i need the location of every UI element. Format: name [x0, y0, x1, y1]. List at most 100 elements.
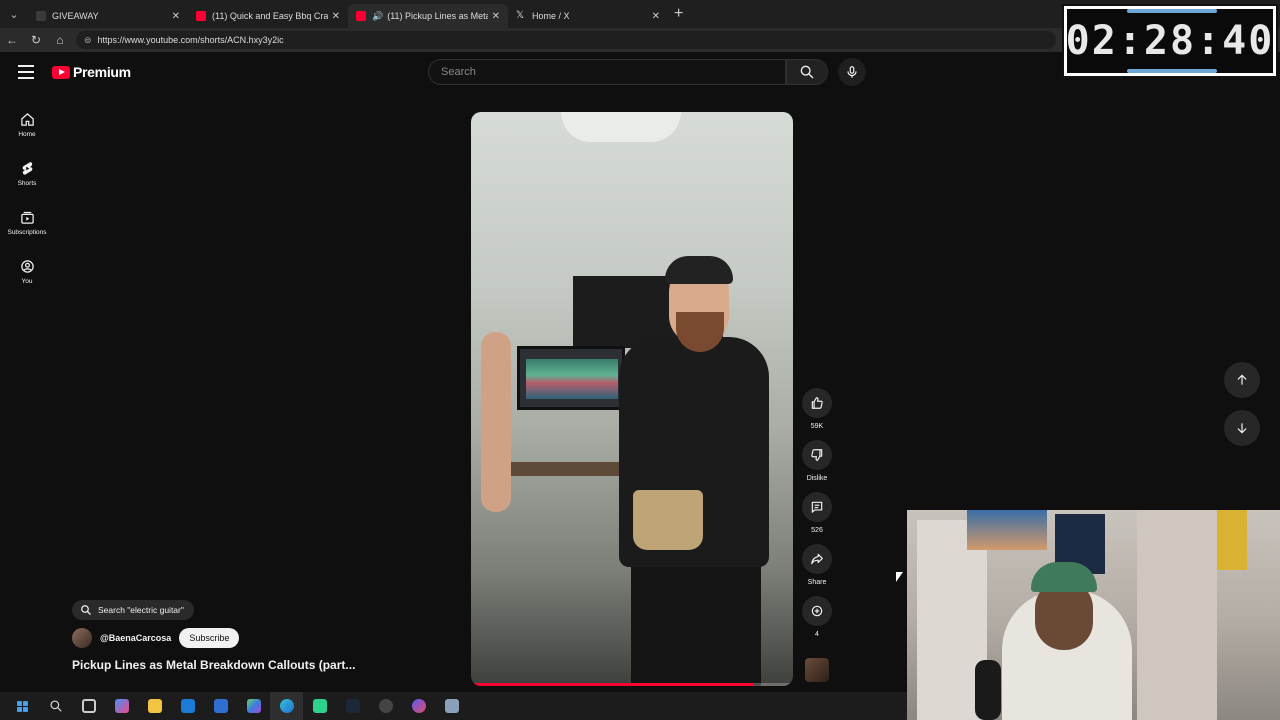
nav-item-you[interactable]: You: [0, 247, 54, 296]
nav-item-home[interactable]: Home: [0, 100, 54, 149]
windows-icon: [17, 700, 28, 712]
taskbar-app[interactable]: [171, 692, 204, 720]
channel-name[interactable]: @BaenaCarcosa: [100, 633, 171, 643]
dislike-button[interactable]: [802, 440, 832, 470]
taskbar-search-button[interactable]: [39, 692, 72, 720]
short-title[interactable]: Pickup Lines as Metal Breakdown Callouts…: [72, 658, 355, 672]
taskbar-app-edge[interactable]: [270, 692, 303, 720]
video-progress-fill: [471, 683, 755, 686]
comments-button[interactable]: [802, 492, 832, 522]
short-actions: 59K Dislike 526 Share 4: [801, 388, 833, 648]
sound-thumbnail[interactable]: [805, 658, 829, 682]
dislike-action: Dislike: [801, 440, 833, 492]
remix-button[interactable]: [802, 596, 832, 626]
like-count: 59K: [810, 423, 824, 430]
close-tab-icon[interactable]: ✕: [492, 11, 500, 22]
dislike-label: Dislike: [806, 475, 828, 482]
arrow-up-icon: [1237, 374, 1247, 385]
channel-avatar[interactable]: [72, 628, 92, 648]
browser-tab-pickup-lines[interactable]: 🔊 (11) Pickup Lines as Metal Bre ✕: [348, 4, 508, 28]
taskbar-app[interactable]: [402, 692, 435, 720]
arm: [481, 332, 511, 512]
new-tab-icon[interactable]: +: [674, 5, 683, 23]
share-action: Share: [801, 544, 833, 596]
nav-item-shorts[interactable]: Shorts: [0, 149, 54, 198]
taskbar-app[interactable]: [204, 692, 237, 720]
reload-icon[interactable]: ↻: [24, 33, 48, 47]
thumbs-down-icon: [811, 449, 823, 461]
steam-icon: [345, 699, 360, 713]
search-box[interactable]: [428, 59, 786, 85]
like-action: 59K: [801, 388, 833, 440]
remix-action: 4: [801, 596, 833, 648]
notepad-icon: [444, 699, 459, 713]
bag: [633, 490, 703, 550]
search-input[interactable]: [441, 66, 785, 78]
edge-icon: [279, 699, 294, 713]
taskbar-app[interactable]: [105, 692, 138, 720]
remix-icon: [811, 605, 823, 617]
taskbar-app[interactable]: [303, 692, 336, 720]
short-video-player[interactable]: [471, 112, 793, 686]
menu-icon[interactable]: [18, 65, 34, 79]
audio-playing-icon[interactable]: 🔊: [372, 11, 383, 22]
nav-item-subscriptions[interactable]: Subscriptions: [0, 198, 54, 247]
search-chip-label: Search "electric guitar": [98, 605, 184, 615]
search-icon: [800, 65, 814, 79]
timer-text: 02:28:40: [1065, 18, 1275, 64]
share-button[interactable]: [802, 544, 832, 574]
wall-poster: [967, 510, 1047, 550]
youtube-logo[interactable]: Premium: [52, 64, 131, 80]
taskbar-app[interactable]: [138, 692, 171, 720]
taskbar: [0, 692, 907, 720]
like-button[interactable]: [802, 388, 832, 418]
search-icon: [49, 700, 62, 712]
nav-label: Shorts: [17, 179, 37, 187]
tab-list-menu-icon[interactable]: ⌄: [0, 0, 28, 28]
url-field[interactable]: ⊜ https://www.youtube.com/shorts/ACN.hxy…: [76, 31, 1056, 49]
tab-title: (11) Quick and Easy Bbq Crabs on: [212, 11, 328, 21]
browser-tab-giveaway[interactable]: GIVEAWAY ✕: [28, 4, 188, 28]
browser-tab-x[interactable]: 𝕏 Home / X ✕: [508, 4, 668, 28]
taskbar-app[interactable]: [435, 692, 468, 720]
previous-short-button[interactable]: [1224, 362, 1260, 398]
webcam-overlay: [907, 510, 1280, 720]
arrow-down-icon: [1237, 423, 1247, 434]
close-tab-icon[interactable]: ✕: [332, 11, 340, 22]
close-tab-icon[interactable]: ✕: [652, 11, 660, 22]
search-button[interactable]: [786, 59, 828, 85]
task-view-icon: [81, 699, 96, 713]
task-view-button[interactable]: [72, 692, 105, 720]
close-tab-icon[interactable]: ✕: [172, 11, 180, 22]
related-search-chip[interactable]: Search "electric guitar": [72, 600, 194, 620]
taskbar-app[interactable]: [369, 692, 402, 720]
nav-label: Subscriptions: [7, 228, 47, 236]
obs-icon: [378, 699, 393, 713]
next-short-button[interactable]: [1224, 410, 1260, 446]
youtube-play-icon: [52, 65, 70, 79]
url-text: https://www.youtube.com/shorts/ACN.hxy3y…: [97, 35, 284, 45]
app-icon: [312, 699, 327, 713]
start-button[interactable]: [6, 692, 39, 720]
wall-poster: [1217, 510, 1247, 570]
video-progress-bar[interactable]: [471, 683, 793, 686]
nav-label: You: [21, 277, 33, 285]
back-icon[interactable]: ←: [0, 33, 24, 47]
copilot-icon: [114, 699, 129, 713]
mouse-cursor: [896, 572, 903, 582]
mail-icon: [180, 699, 195, 713]
site-info-icon[interactable]: ⊜: [84, 35, 92, 46]
channel-row: @BaenaCarcosa Subscribe: [72, 628, 240, 648]
stream-timer: 02:28:40: [1062, 4, 1278, 78]
taskbar-app[interactable]: [336, 692, 369, 720]
monitor: [517, 346, 625, 410]
comments-action: 526: [801, 492, 833, 544]
subscribe-button[interactable]: Subscribe: [179, 628, 240, 648]
voice-search-button[interactable]: [838, 58, 866, 86]
legs: [631, 564, 761, 686]
taskbar-app[interactable]: [237, 692, 270, 720]
browser-tab-crabs[interactable]: (11) Quick and Easy Bbq Crabs on ✕: [188, 4, 348, 28]
tab-title: (11) Pickup Lines as Metal Bre: [387, 11, 487, 21]
home-icon[interactable]: ⌂: [48, 33, 72, 47]
youtube-favicon-icon: [196, 11, 206, 21]
